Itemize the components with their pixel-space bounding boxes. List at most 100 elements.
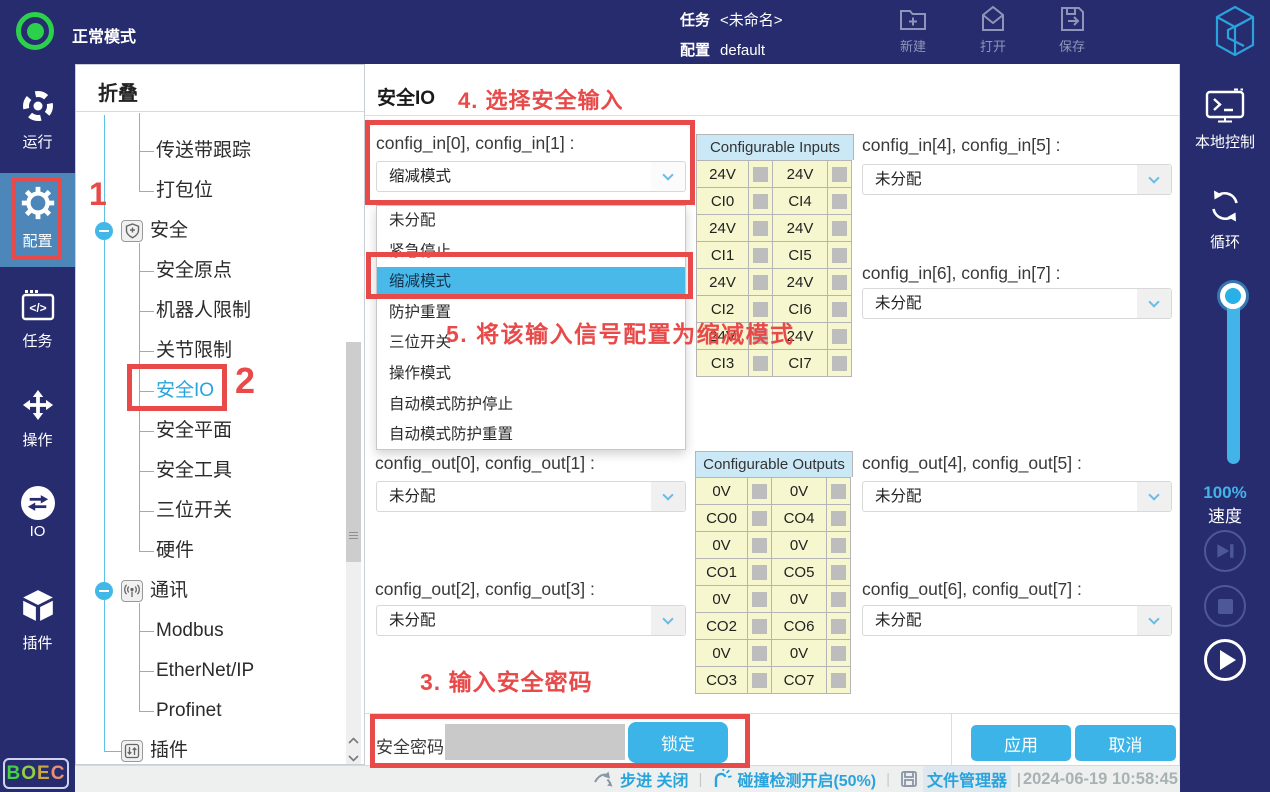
sidebar-item-task[interactable]: </> 任务 <box>0 288 75 351</box>
pin-label: CO6 <box>771 612 827 640</box>
stop-button[interactable] <box>1204 585 1246 627</box>
tree-item-label: EtherNet/IP <box>156 660 255 681</box>
dropdown-option[interactable]: 未分配 <box>377 206 685 237</box>
pin-label: CI2 <box>696 295 749 323</box>
sidebar-item-plugin[interactable]: 插件 <box>0 588 75 653</box>
config-value: default <box>720 42 766 59</box>
tree-item-label: Profinet <box>156 700 222 721</box>
tree-connector <box>104 750 122 752</box>
loop-button[interactable] <box>1207 188 1243 229</box>
new-button[interactable]: 新建 <box>882 3 944 55</box>
config-out-4-5-dropdown[interactable]: 未分配 <box>862 481 1172 512</box>
tree-item-关节限制[interactable]: 关节限制 <box>76 331 344 371</box>
step-mode-status[interactable]: 步进 关闭 <box>593 767 689 791</box>
file-manager-button[interactable]: 文件管理器 <box>900 766 1012 792</box>
loop-label: 循环 <box>1209 234 1240 251</box>
tree-scrollbar[interactable] <box>346 342 361 764</box>
config-row: 配置 default <box>680 39 765 60</box>
save-disk-icon <box>1041 3 1103 35</box>
tree-item-三位开关[interactable]: 三位开关 <box>76 491 344 531</box>
speed-slider-thumb[interactable] <box>1220 283 1246 309</box>
tree-item-Modbus[interactable]: Modbus <box>76 611 344 651</box>
tree-item-机器人限制[interactable]: 机器人限制 <box>76 291 344 331</box>
save-button[interactable]: 保存 <box>1041 3 1103 55</box>
tree-item-label: 三位开关 <box>156 500 233 521</box>
dropdown-option[interactable]: 紧急停止 <box>377 237 685 268</box>
tree-item-传送带跟踪[interactable]: 传送带跟踪 <box>76 131 344 171</box>
tree-connector <box>139 190 154 192</box>
scroll-down-icon[interactable] <box>346 750 361 764</box>
cancel-button[interactable]: 取消 <box>1075 725 1176 761</box>
dropdown-option[interactable]: 缩减模式 <box>377 267 685 298</box>
lock-button[interactable]: 锁定 <box>628 722 728 763</box>
logo-letter: B <box>6 762 22 784</box>
tree-item-安全[interactable]: 安全 <box>76 211 344 251</box>
pin-label: 0V <box>695 639 748 667</box>
collapse-header[interactable]: 折叠 <box>76 65 364 112</box>
divider <box>951 713 952 765</box>
pin-label: 24V <box>772 160 828 188</box>
loop-arrows-icon <box>1212 190 1238 222</box>
indicator-square-icon <box>832 167 847 183</box>
table-row: 0V 0V <box>695 585 851 613</box>
open-button[interactable]: 打开 <box>962 3 1024 55</box>
config-in-6-7-dropdown[interactable]: 未分配 <box>862 288 1172 319</box>
tree-item-安全原点[interactable]: 安全原点 <box>76 251 344 291</box>
speed-label: 速度 <box>1208 507 1242 526</box>
safety-password-input[interactable] <box>445 724 625 760</box>
dropdown-option[interactable]: 防护重置 <box>377 298 685 329</box>
sidebar-item-io[interactable]: IO <box>0 486 75 540</box>
scroll-up-icon[interactable] <box>346 733 361 749</box>
dropdown-option[interactable]: 自动模式防护重置 <box>377 420 685 451</box>
config-out-0-1-dropdown[interactable]: 未分配 <box>376 481 686 512</box>
sidebar-item-operate[interactable]: 操作 <box>0 389 75 450</box>
right-sidebar: 本地控制 循环 100% 速度 <box>1180 64 1270 792</box>
config-in-0-1-dropdown[interactable]: 缩减模式 <box>376 161 686 192</box>
tree-connector <box>139 670 154 672</box>
tree-item-安全IO[interactable]: 安全IO <box>76 371 344 411</box>
collapse-toggle-icon[interactable] <box>95 222 113 240</box>
pin-indicator <box>826 477 851 505</box>
skip-icon <box>1217 544 1234 558</box>
config-out-2-3-dropdown[interactable]: 未分配 <box>376 605 686 636</box>
speed-slider-track[interactable] <box>1227 294 1240 464</box>
tree-connector <box>139 150 154 152</box>
pin-indicator <box>827 322 852 350</box>
dropdown-option[interactable]: 自动模式防护停止 <box>377 390 685 421</box>
indicator-square-icon <box>753 221 768 237</box>
pin-label: CO1 <box>695 558 748 586</box>
collapse-toggle-icon[interactable] <box>95 582 113 600</box>
step-forward-button[interactable] <box>1204 530 1246 572</box>
chevron-down-icon <box>651 162 685 191</box>
tree-item-插件[interactable]: 插件 <box>76 731 344 764</box>
tree-item-安全平面[interactable]: 安全平面 <box>76 411 344 451</box>
tree-item-打包位[interactable]: 打包位 <box>76 171 344 211</box>
play-button[interactable] <box>1204 639 1246 681</box>
tree-item-硬件[interactable]: 硬件 <box>76 531 344 571</box>
sidebar-item-run[interactable]: 运行 <box>0 89 75 152</box>
pin-indicator <box>827 349 852 377</box>
pin-indicator <box>747 585 772 613</box>
plugin-icon <box>121 740 143 762</box>
config-out-6-7-dropdown[interactable]: 未分配 <box>862 605 1172 636</box>
collision-detection-status[interactable]: 碰撞检测开启(50%) <box>712 767 876 791</box>
tree-item-label: 关节限制 <box>156 340 233 361</box>
configurable-inputs-table: Configurable Inputs 24V 24V CI0 CI4 24V 24V CI… <box>696 134 854 377</box>
boec-logo: BOEC <box>3 758 69 789</box>
tree-item-通讯[interactable]: 通讯 <box>76 571 344 611</box>
tree-item-EtherNet/IP[interactable]: EtherNet/IP <box>76 651 344 691</box>
config-in-4-5-label: config_in[4], config_in[5] : <box>862 135 1061 155</box>
scrollbar-thumb[interactable] <box>346 342 361 562</box>
tree-item-安全工具[interactable]: 安全工具 <box>76 451 344 491</box>
chevron-down-icon <box>1137 289 1171 318</box>
pin-label: 24V <box>772 268 828 296</box>
config-in-4-5-dropdown[interactable]: 未分配 <box>862 164 1172 195</box>
indicator-square-icon <box>752 646 767 662</box>
dropdown-option-list: 未分配 紧急停止 缩减模式 防护重置 三位开关 操作模式 自动模式防护停止 自动模式防护重置 <box>376 205 686 450</box>
tree-item-Profinet[interactable]: Profinet <box>76 691 344 731</box>
sidebar-item-config[interactable]: 配置 <box>0 184 75 251</box>
apply-button[interactable]: 应用 <box>971 725 1071 761</box>
dropdown-option[interactable]: 三位开关 <box>377 328 685 359</box>
local-control-button[interactable] <box>1205 88 1245 131</box>
dropdown-option[interactable]: 操作模式 <box>377 359 685 390</box>
